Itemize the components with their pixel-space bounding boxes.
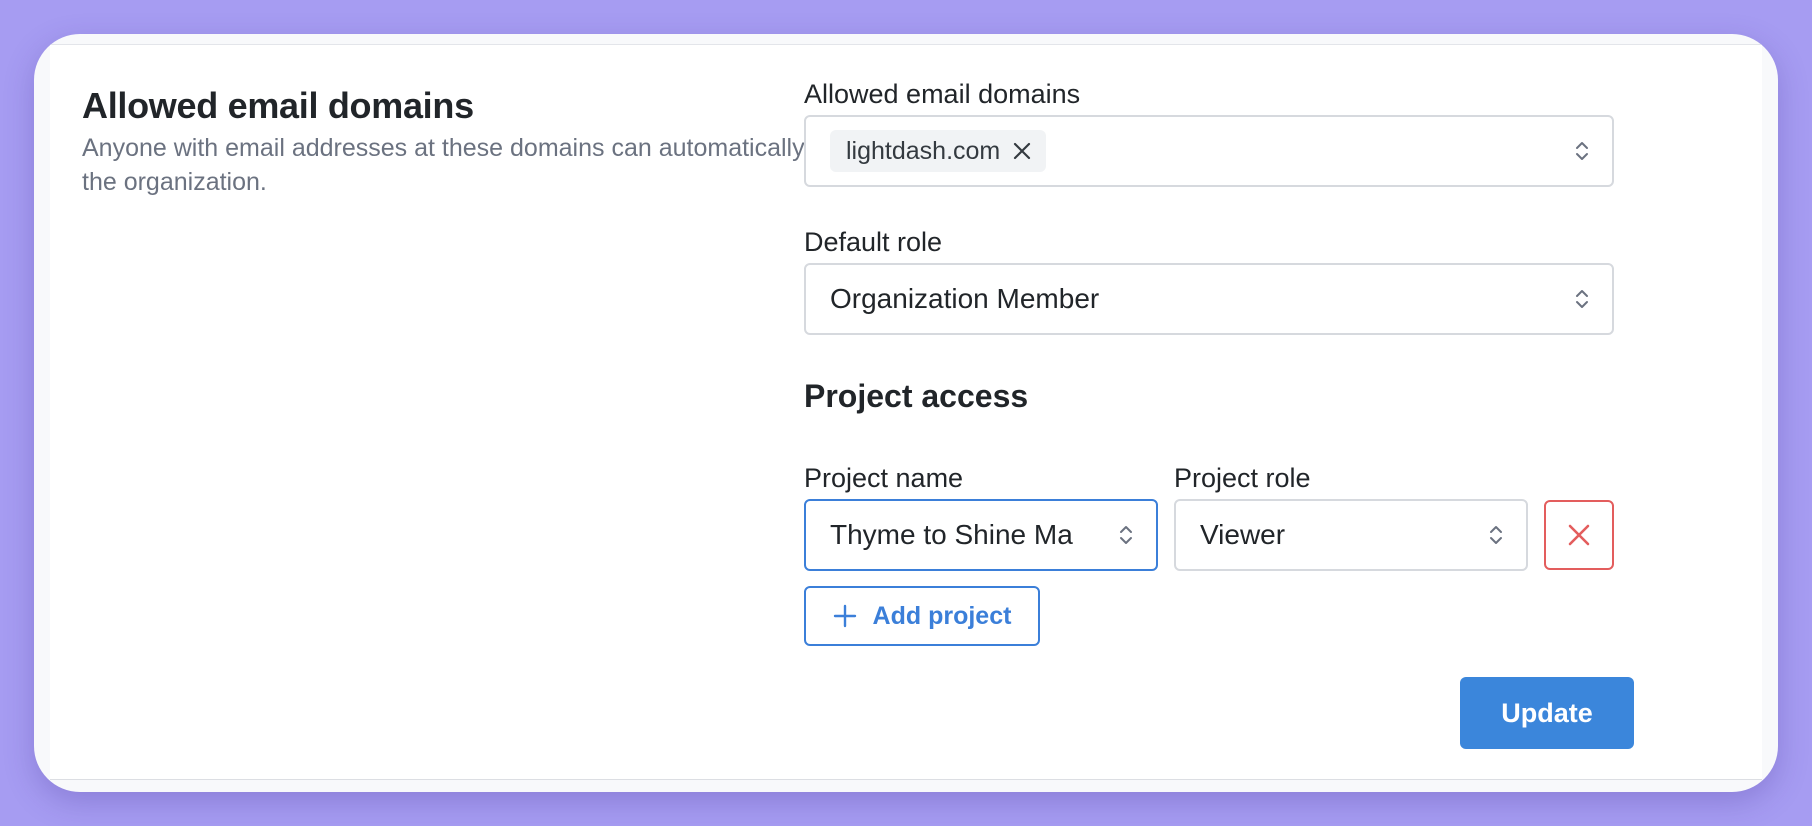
plus-icon bbox=[833, 604, 856, 628]
close-icon bbox=[1568, 524, 1590, 546]
default-role-value: Organization Member bbox=[830, 283, 1100, 314]
project-access-heading: Project access bbox=[804, 378, 1029, 414]
domains-multiselect[interactable]: lightdash.com bbox=[804, 115, 1614, 187]
add-project-button[interactable]: Add project bbox=[804, 586, 1040, 646]
close-icon[interactable] bbox=[1012, 141, 1032, 161]
add-project-label: Add project bbox=[872, 601, 1012, 630]
domain-tag: lightdash.com bbox=[830, 130, 1047, 172]
default-role-select[interactable]: Organization Member bbox=[804, 263, 1614, 335]
remove-project-button[interactable] bbox=[1544, 500, 1614, 570]
chevron-up-down-icon bbox=[1576, 142, 1588, 160]
settings-panel: Allowed email domains Anyone with email … bbox=[50, 44, 1762, 780]
chevron-up-down-icon bbox=[1490, 526, 1502, 544]
chevron-up-down-icon bbox=[1120, 526, 1132, 544]
chevron-up-down-icon bbox=[1576, 290, 1588, 308]
default-role-label: Default role bbox=[804, 227, 943, 257]
domain-tag-label: lightdash.com bbox=[846, 136, 1001, 165]
project-name-select[interactable]: Thyme to Shine Ma bbox=[804, 499, 1158, 571]
project-role-value: Viewer bbox=[1200, 519, 1286, 550]
project-role-select[interactable]: Viewer bbox=[1174, 499, 1528, 571]
domains-label: Allowed email domains bbox=[804, 79, 1081, 109]
section-description: Anyone with email addresses at these dom… bbox=[82, 134, 851, 196]
project-role-label: Project role bbox=[1174, 463, 1311, 493]
project-name-value: Thyme to Shine Ma bbox=[830, 519, 1073, 550]
update-button[interactable]: Update bbox=[1460, 677, 1634, 749]
app-window: Allowed email domains Anyone with email … bbox=[34, 34, 1778, 792]
project-name-label: Project name bbox=[804, 463, 964, 493]
section-title: Allowed email domains bbox=[82, 85, 474, 126]
